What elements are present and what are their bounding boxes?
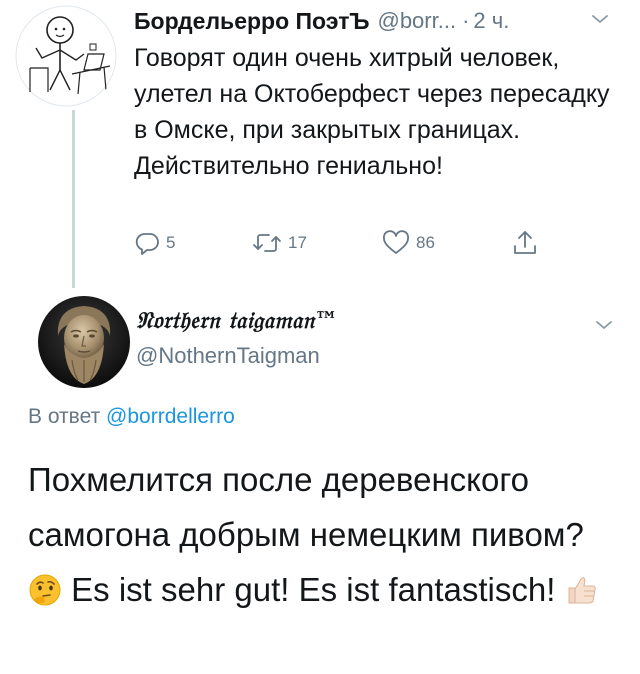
tweet1-timestamp[interactable]: 2 ч. [473,8,509,34]
tweet1-action-bar: 5 17 86 [134,226,554,260]
tweet2-text: Похмелится после деревенского самогона д… [28,452,618,623]
reply-prefix: В ответ [28,405,101,428]
like-button[interactable]: 86 [382,226,435,260]
share-button[interactable] [512,226,538,260]
tweet2-text-part1: Похмелится после деревенского самогона д… [28,461,584,553]
author-avatar-sketch[interactable] [14,4,118,108]
tweet2-text-part2: Es ist sehr gut! Es ist fantastisch! [71,571,556,608]
reply-to-link[interactable]: @borrdellerro [106,405,235,428]
tweet2-author-name[interactable]: 𝔑𝔬𝔯𝔱𝔥𝔢𝔯𝔫 𝔱𝔞𝔦𝔤𝔞𝔪𝔞𝔫™ [136,307,338,334]
reply-context: В ответ @borrdellerro [28,405,235,429]
tweet1-author-name[interactable]: Бордельерро ПоэтЪ [134,8,369,35]
author-avatar-bust[interactable] [38,296,130,388]
tweet1-separator: · [462,8,470,33]
thumbs-up-emoji [565,568,599,623]
reply-button[interactable]: 5 [134,226,175,260]
retweet-icon [253,234,281,252]
tweet2-author-handle[interactable]: @NothernTaigman [136,343,320,369]
stick-figure-drawing [15,5,117,107]
retweet-button[interactable]: 17 [252,226,307,260]
reply-icon [135,233,159,255]
thinking-face-emoji [28,568,62,623]
like-count: 86 [416,233,435,252]
share-icon [514,231,536,254]
reply-count: 5 [166,233,176,252]
thread-connector-line [72,110,75,288]
like-icon [383,230,409,254]
tweet1-author-handle[interactable]: @borr... [377,8,456,34]
retweet-count: 17 [288,233,307,252]
chevron-down-icon[interactable] [590,12,610,26]
tweet1-header: Бордельерро ПоэтЪ @borr... · 2 ч. [134,6,509,36]
tweet1-text: Говорят один очень хитрый человек, улете… [134,44,610,180]
stone-bust-image [38,296,130,388]
chevron-down-icon[interactable] [594,318,614,332]
